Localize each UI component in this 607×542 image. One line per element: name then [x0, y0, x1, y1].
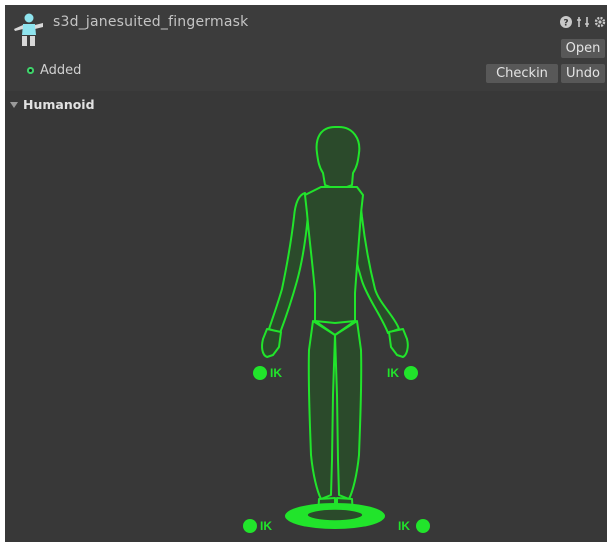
inspector-panel: s3d_janesuited_fingermask ? Open Added C… [5, 5, 607, 542]
avatar-right-hand[interactable] [388, 328, 409, 358]
avatar-torso[interactable] [304, 186, 364, 324]
right-foot-ik-label[interactable]: IK [398, 519, 410, 533]
left-hand-ik-label[interactable]: IK [270, 366, 282, 380]
left-foot-ik-dot[interactable] [243, 519, 257, 533]
avatar-head[interactable] [315, 126, 361, 189]
avatar-body-mask [243, 126, 430, 533]
avatar-left-leg[interactable] [307, 320, 336, 500]
right-hand-ik-label[interactable]: IK [387, 366, 399, 380]
left-foot-ik-label[interactable]: IK [260, 519, 272, 533]
right-foot-ik-dot[interactable] [416, 519, 430, 533]
right-hand-ik-dot[interactable] [404, 366, 418, 380]
avatar-left-hand[interactable] [261, 328, 282, 358]
avatar-right-leg[interactable] [334, 320, 363, 500]
left-hand-ik-dot[interactable] [253, 366, 267, 380]
avatar-left-arm[interactable] [268, 192, 309, 334]
